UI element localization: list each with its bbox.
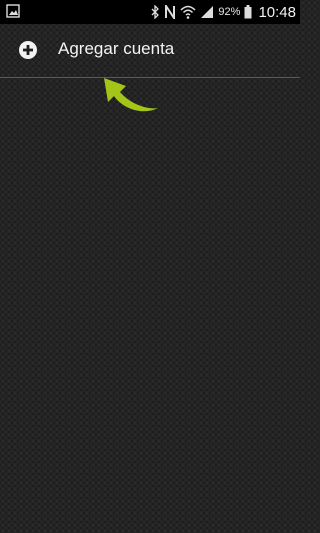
- clock: 10:48: [258, 3, 296, 21]
- battery-percent: 92%: [218, 6, 241, 18]
- nfc-icon: [164, 5, 176, 19]
- add-account-label: Agregar cuenta: [58, 39, 175, 58]
- battery-icon: [244, 5, 252, 19]
- wifi-icon: [180, 5, 196, 19]
- signal-icon: [200, 5, 214, 19]
- bluetooth-icon: [150, 5, 160, 19]
- curved-arrow-icon: [100, 68, 164, 116]
- image-notification-icon: [6, 4, 20, 18]
- plus-circle-icon: [18, 40, 38, 60]
- status-bar: 92% 10:48: [0, 0, 300, 24]
